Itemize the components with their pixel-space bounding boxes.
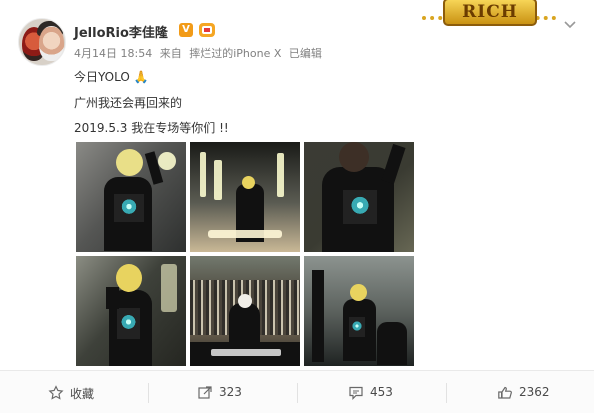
photo-wide-stage-shot[interactable]: [190, 142, 300, 252]
medal-icon: [198, 21, 216, 39]
post-line-3: 2019.5.3 我在专场等你们 !!: [74, 121, 229, 135]
rich-plate: RICH: [443, 0, 537, 26]
photo-performer-on-stage[interactable]: [76, 142, 186, 252]
thumbs-up-icon: [498, 386, 512, 399]
edited-label: 已编辑: [288, 47, 322, 60]
photo-performer-with-blonde-hair[interactable]: [76, 256, 186, 366]
star-icon: [48, 385, 64, 400]
source-device[interactable]: 摔烂过的iPhone X: [189, 47, 281, 60]
post-meta: 4月14日 18:54 来自 摔烂过的iPhone X 已编辑: [74, 45, 326, 61]
comment-button[interactable]: 453: [298, 371, 446, 413]
photo-performer-on-platform[interactable]: [304, 256, 414, 366]
avatar[interactable]: [18, 18, 66, 66]
photo-crowd-performance[interactable]: [190, 256, 300, 366]
forward-count: 323: [219, 385, 242, 399]
like-button[interactable]: 2362: [447, 371, 594, 413]
source-prefix: 来自: [159, 47, 182, 60]
photo-performer-with-microphone[interactable]: [304, 142, 414, 252]
chevron-down-icon[interactable]: [562, 16, 578, 32]
post-line-2: 广州我还会再回来的: [74, 96, 183, 110]
comment-icon: [349, 386, 363, 400]
comment-count: 453: [370, 385, 393, 399]
favorite-label: 收藏: [70, 387, 95, 401]
avatar-right-face: [39, 26, 64, 61]
weibo-post-card: JelloRio李佳隆 V 4月14日 18:54 来自 摔烂过的iPhone …: [0, 0, 594, 413]
post-date[interactable]: 4月14日 18:54: [74, 47, 152, 60]
username[interactable]: JelloRio李佳隆: [74, 22, 168, 41]
post-line-1: 今日YOLO 🙏: [74, 70, 149, 84]
action-bar: 收藏 323 453 2362: [0, 370, 594, 413]
forward-button[interactable]: 323: [149, 371, 297, 413]
like-count: 2362: [519, 385, 550, 399]
share-icon: [198, 386, 212, 399]
verified-badge-icon: V: [179, 23, 193, 37]
rich-decoration: RICH: [422, 0, 556, 30]
favorite-button[interactable]: 收藏: [0, 371, 148, 413]
